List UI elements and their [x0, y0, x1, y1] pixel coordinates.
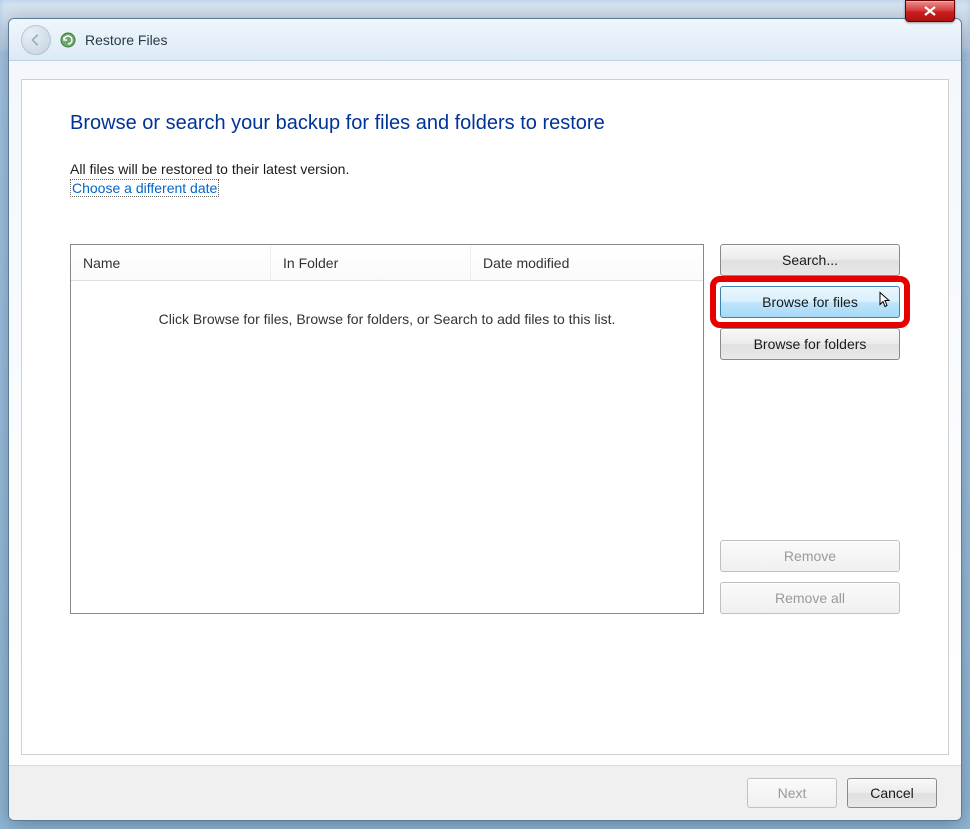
remove-all-button: Remove all: [720, 582, 900, 614]
titlebar: Restore Files: [9, 19, 961, 61]
wizard-footer: Next Cancel: [9, 765, 961, 820]
remove-button: Remove: [720, 540, 900, 572]
choose-date-link[interactable]: Choose a different date: [70, 179, 219, 197]
window-title: Restore Files: [85, 32, 167, 48]
cancel-button[interactable]: Cancel: [847, 778, 937, 808]
arrow-left-icon: [29, 33, 43, 47]
file-list-empty-hint: Click Browse for files, Browse for folde…: [71, 281, 703, 357]
search-button[interactable]: Search...: [720, 244, 900, 276]
window-controls: [890, 0, 970, 25]
page-heading: Browse or search your backup for files a…: [70, 112, 900, 135]
close-icon: [924, 6, 936, 16]
column-header-folder[interactable]: In Folder: [271, 245, 471, 280]
file-list-header: Name In Folder Date modified: [71, 245, 703, 281]
back-button[interactable]: [21, 25, 51, 55]
file-list-panel: Name In Folder Date modified Click Brows…: [70, 244, 704, 614]
wizard-window: Restore Files Browse or search your back…: [8, 18, 962, 821]
browse-files-button[interactable]: Browse for files: [720, 286, 900, 318]
content-area: Browse or search your backup for files a…: [21, 79, 949, 755]
column-header-date[interactable]: Date modified: [471, 245, 703, 280]
column-header-name[interactable]: Name: [71, 245, 271, 280]
restore-icon: [59, 31, 77, 49]
browse-files-label: Browse for files: [762, 294, 858, 310]
next-button: Next: [747, 778, 837, 808]
close-button[interactable]: [905, 0, 955, 22]
action-button-column: Search... Browse for files Browse for fo…: [720, 244, 900, 614]
restore-version-text: All files will be restored to their late…: [70, 161, 900, 177]
cursor-icon: [879, 292, 893, 313]
browse-folders-button[interactable]: Browse for folders: [720, 328, 900, 360]
